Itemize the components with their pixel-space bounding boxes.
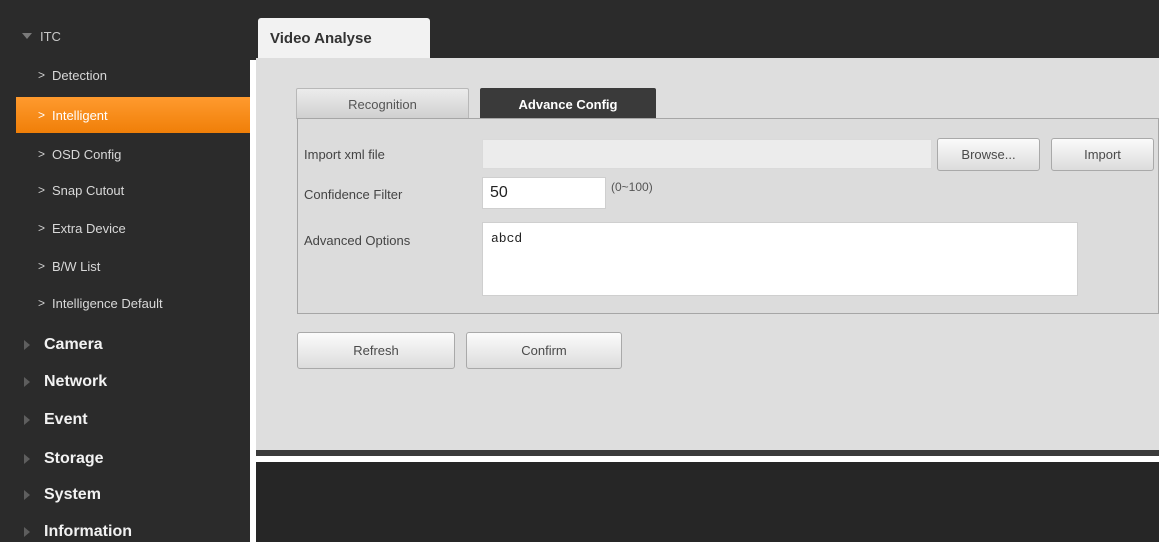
sidebar-item-label: Extra Device	[52, 220, 126, 236]
refresh-button[interactable]: Refresh	[297, 332, 455, 369]
import-file-path-field[interactable]	[482, 139, 932, 169]
sidebar-item-label: Intelligence Default	[52, 295, 163, 311]
expand-arrow-icon	[24, 339, 30, 350]
confidence-filter-label: Confidence Filter	[304, 187, 403, 202]
chevron-right-icon: >	[38, 183, 46, 197]
sidebar-item-detection[interactable]: > Detection	[0, 57, 250, 93]
sidebar-item-label: Information	[44, 522, 132, 540]
below-content-area	[256, 462, 1159, 542]
confirm-button[interactable]: Confirm	[466, 332, 622, 369]
advanced-options-textarea[interactable]: abcd	[482, 222, 1078, 296]
sidebar-item-event[interactable]: Event	[0, 401, 250, 438]
sidebar-item-label: Snap Cutout	[52, 182, 125, 198]
advanced-options-label: Advanced Options	[304, 233, 411, 248]
sidebar-item-label: Detection	[52, 67, 107, 83]
import-xml-label: Import xml file	[304, 147, 385, 162]
chevron-right-icon: >	[38, 108, 46, 122]
sidebar-section-itc[interactable]: ITC	[0, 24, 250, 48]
expand-arrow-icon	[22, 33, 32, 39]
expand-arrow-icon	[24, 526, 30, 537]
chevron-right-icon: >	[38, 147, 46, 161]
chevron-right-icon: >	[38, 68, 46, 82]
sidebar-item-label: System	[44, 485, 101, 503]
tab-recognition[interactable]: Recognition	[296, 88, 469, 119]
sidebar-item-label: Intelligent	[52, 107, 108, 123]
chevron-right-icon: >	[38, 296, 46, 310]
chevron-right-icon: >	[38, 259, 46, 273]
sidebar-item-label: OSD Config	[52, 146, 122, 162]
sidebar-item-intelligent[interactable]: > Intelligent	[16, 97, 250, 133]
expand-arrow-icon	[24, 489, 30, 500]
sidebar-item-label: Network	[44, 372, 108, 390]
sidebar-item-information[interactable]: Information	[0, 513, 250, 542]
chevron-right-icon: >	[38, 221, 46, 235]
expand-arrow-icon	[24, 453, 30, 464]
sidebar-item-bw-list[interactable]: > B/W List	[0, 248, 250, 284]
sidebar-item-osd-config[interactable]: > OSD Config	[0, 136, 250, 172]
confidence-range-hint: (0~100)	[611, 180, 653, 194]
sidebar-item-label: Event	[44, 410, 88, 428]
sidebar-item-label: Storage	[44, 449, 104, 467]
sidebar-item-camera[interactable]: Camera	[0, 326, 250, 363]
sidebar-item-label: B/W List	[52, 258, 101, 274]
sidebar-item-network[interactable]: Network	[0, 363, 250, 400]
sidebar-item-extra-device[interactable]: > Extra Device	[0, 210, 250, 246]
expand-arrow-icon	[24, 376, 30, 387]
sidebar-item-intelligence-default[interactable]: > Intelligence Default	[0, 285, 250, 321]
sidebar-item-system[interactable]: System	[0, 476, 250, 513]
sidebar-item-snap-cutout[interactable]: > Snap Cutout	[0, 172, 250, 208]
confidence-filter-input[interactable]	[482, 177, 606, 209]
sidebar-item-storage[interactable]: Storage	[0, 440, 250, 477]
expand-arrow-icon	[24, 414, 30, 425]
browse-button[interactable]: Browse...	[937, 138, 1040, 171]
sidebar-item-label: Camera	[44, 335, 103, 353]
import-button[interactable]: Import	[1051, 138, 1154, 171]
tab-advance-config[interactable]: Advance Config	[480, 88, 656, 119]
sidebar: ITC > Detection > Intelligent > OSD Conf…	[0, 0, 250, 542]
sidebar-section-label: ITC	[40, 28, 61, 44]
page-tab-video-analyse[interactable]: Video Analyse	[258, 18, 430, 60]
